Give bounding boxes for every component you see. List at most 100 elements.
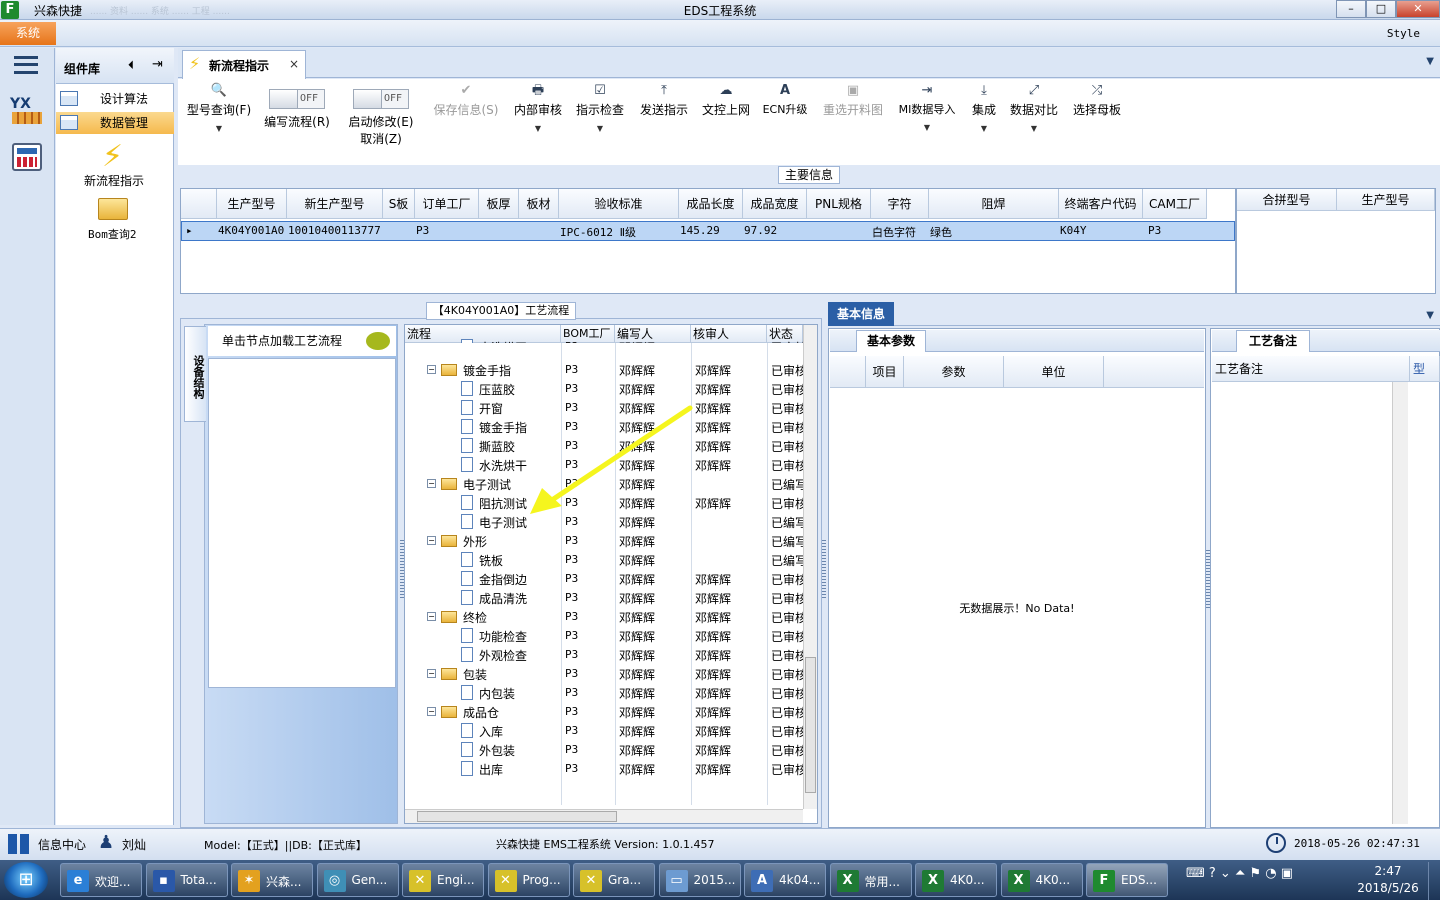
column-header[interactable]: 成品长度 [679,189,743,219]
collapse-toggle-icon[interactable]: − [427,479,436,488]
tree-leaf-row[interactable]: 压蓝胶 P3 邓辉辉 邓辉辉 已审核 [405,379,803,398]
taskbar-item[interactable]: ▪ Tota... [145,863,228,897]
column-header[interactable]: 参数 [904,356,1004,388]
table-row[interactable]: ▸ 4K04Y001A0 10010400113777 P3 IPC-6012 … [181,221,1235,241]
collapse-toggle-icon[interactable]: − [427,707,436,716]
column-header[interactable]: PNL规格 [807,189,871,219]
taskbar-item[interactable]: ✕ Prog... [487,863,570,897]
taskbar-item[interactable]: ✕ Gra... [573,863,655,897]
reselect-cutting-button[interactable]: ▣ 重选开料图 [818,79,888,159]
vertical-scrollbar[interactable] [803,325,817,809]
tree-leaf-row[interactable]: 金指倒边 P3 邓辉辉 邓辉辉 已审核 [405,569,803,588]
chevron-down-icon[interactable]: ▼ [182,124,256,133]
internal-review-button[interactable]: 🖶 内部审核 ▼ [510,79,566,159]
info-center-link[interactable]: 信息中心 [38,836,86,853]
chevron-down-icon[interactable]: ▼ [1008,124,1060,133]
cell-mask[interactable]: 绿色 [930,224,952,240]
chevron-down-icon[interactable]: ▼ [572,124,628,133]
toggle-switch[interactable]: OFF [269,89,325,109]
select-mother-board-button[interactable]: ⤮ 选择母板 [1070,79,1124,159]
splitter-handle[interactable] [400,540,404,600]
instruction-check-button[interactable]: ☑ 指示检查 ▼ [572,79,628,159]
tree-leaf-row[interactable]: 外观检查 P3 邓辉辉 邓辉辉 已审核 [405,645,803,664]
cell-length[interactable]: 145.29 [680,224,720,237]
chevron-down-icon[interactable]: ▼ [510,124,566,133]
ecn-upgrade-button[interactable]: A ECN升级 [760,79,810,159]
tab-new-flow[interactable]: ⚡ 新流程指示 × [182,50,306,79]
system-tray[interactable]: ⌨ ? ⌄ ⏶ ⚑ ◔ ▣ [1186,866,1336,894]
tree-folder-row[interactable]: − 成品仓 P3 邓辉辉 邓辉辉 已审核 [405,702,803,721]
calculator-icon[interactable] [12,143,42,171]
mi-data-import-button[interactable]: ⇥ MI数据导入 ▼ [892,79,962,159]
component-item-design-algorithm[interactable]: 设计算法 [56,88,174,110]
tab-close-icon[interactable]: × [289,57,299,71]
menu-system[interactable]: 系统 [0,22,56,45]
tree-leaf-row[interactable]: 功能检查 P3 邓辉辉 邓辉辉 已审核 [405,626,803,645]
scroll-thumb[interactable] [417,811,617,822]
chevron-down-icon[interactable]: ▼ [1426,310,1434,321]
tab-basic-info[interactable]: 基本信息 [828,302,894,326]
column-header[interactable]: 订单工厂 [415,189,479,219]
maximize-button[interactable]: □ [1366,0,1396,18]
cell-width[interactable]: 97.92 [744,224,777,237]
factory-yx-icon[interactable]: YX [10,96,44,126]
column-header[interactable]: 项目 [866,356,904,388]
taskbar-item[interactable]: A 4k04... [744,863,826,897]
cell-char[interactable]: 白色字符 [872,224,916,240]
column-header[interactable]: 成品宽度 [743,189,807,219]
send-instruction-button[interactable]: ⤒ 发送指示 [636,79,692,159]
chevron-down-icon[interactable]: ▼ [966,124,1002,133]
column-header[interactable]: 新生产型号 [287,189,383,219]
taskbar-item[interactable]: ◎ Gen... [316,863,399,897]
taskbar-item[interactable]: ▭ 2015... [658,863,741,897]
doc-control-online-button[interactable]: ☁ 文控上网 [698,79,754,159]
data-compare-button[interactable]: ⤢ 数据对比 ▼ [1008,79,1060,159]
chevron-down-icon[interactable]: ▼ [892,123,962,132]
cell-factory[interactable]: P3 [416,224,429,237]
splitter-handle[interactable] [822,540,826,600]
minimize-button[interactable]: – [1336,0,1366,18]
taskbar-item[interactable]: X 4K0... [1000,863,1083,897]
new-flow-label[interactable]: 新流程指示 [84,172,144,189]
model-query-button[interactable]: 🔍 型号查询(F) ▼ [182,79,256,159]
column-header[interactable]: 型 [1410,356,1440,382]
tab-basic-params[interactable]: 基本参数 [856,330,926,352]
column-header[interactable]: 阻焊 [929,189,1059,219]
tab-dropdown-icon[interactable]: ▼ [1426,56,1434,67]
column-header[interactable]: 生产型号 [1337,189,1435,211]
tree-folder-row[interactable]: − 外形 P3 邓辉辉 已编写 [405,531,803,550]
folder-icon[interactable] [98,198,128,220]
column-header[interactable]: 工艺备注 [1212,356,1410,382]
component-item-data-management[interactable]: 数据管理 [56,112,174,134]
tree-leaf-row[interactable]: 成品清洗 P3 邓辉辉 邓辉辉 已审核 [405,588,803,607]
tree-leaf-row[interactable]: 入库 P3 邓辉辉 邓辉辉 已审核 [405,721,803,740]
windows-grid-icon[interactable] [8,834,30,854]
tree-folder-row[interactable]: − 包装 P3 邓辉辉 邓辉辉 已审核 [405,664,803,683]
menu-style[interactable]: Style [1387,27,1420,40]
close-button[interactable]: ✕ [1396,0,1440,18]
bom-query-label[interactable]: Bom查询2 [88,226,137,242]
cell-cam[interactable]: P3 [1148,224,1161,237]
column-header[interactable]: 终端客户代码 [1059,189,1143,219]
collapse-toggle-icon[interactable]: − [427,536,436,545]
taskbar-clock-time[interactable]: 2:47 [1358,864,1418,878]
column-header[interactable]: 验收标准 [559,189,679,219]
show-desktop-button[interactable] [1428,862,1440,900]
tree-leaf-row[interactable]: 出库 P3 邓辉辉 邓辉辉 已审核 [405,759,803,778]
lightning-icon[interactable]: ⚡ [102,140,126,174]
taskbar-item[interactable]: ✶ 兴森... [231,863,313,897]
cell-model[interactable]: 4K04Y001A0 [218,224,284,237]
column-header[interactable]: 板材 [519,189,559,219]
cell-standard[interactable]: IPC-6012 Ⅱ级 [560,224,636,240]
taskbar-item[interactable]: ✕ Engi... [402,863,484,897]
collapse-left-icon[interactable]: ⏴ [128,58,134,73]
collapse-toggle-icon[interactable]: − [427,365,436,374]
pin-icon[interactable]: ⇥ [152,57,163,72]
write-flow-toggle[interactable]: OFF 编写流程(R) [260,79,334,159]
cell-customer[interactable]: K04Y [1060,224,1087,237]
collapse-toggle-icon[interactable]: − [427,669,436,678]
tree-leaf-row[interactable]: 铣板 P3 邓辉辉 已编写 [405,550,803,569]
tree-folder-row[interactable]: − 终检 P3 邓辉辉 邓辉辉 已审核 [405,607,803,626]
column-header[interactable]: 单位 [1004,356,1104,388]
vertical-scrollbar[interactable] [1392,382,1408,824]
